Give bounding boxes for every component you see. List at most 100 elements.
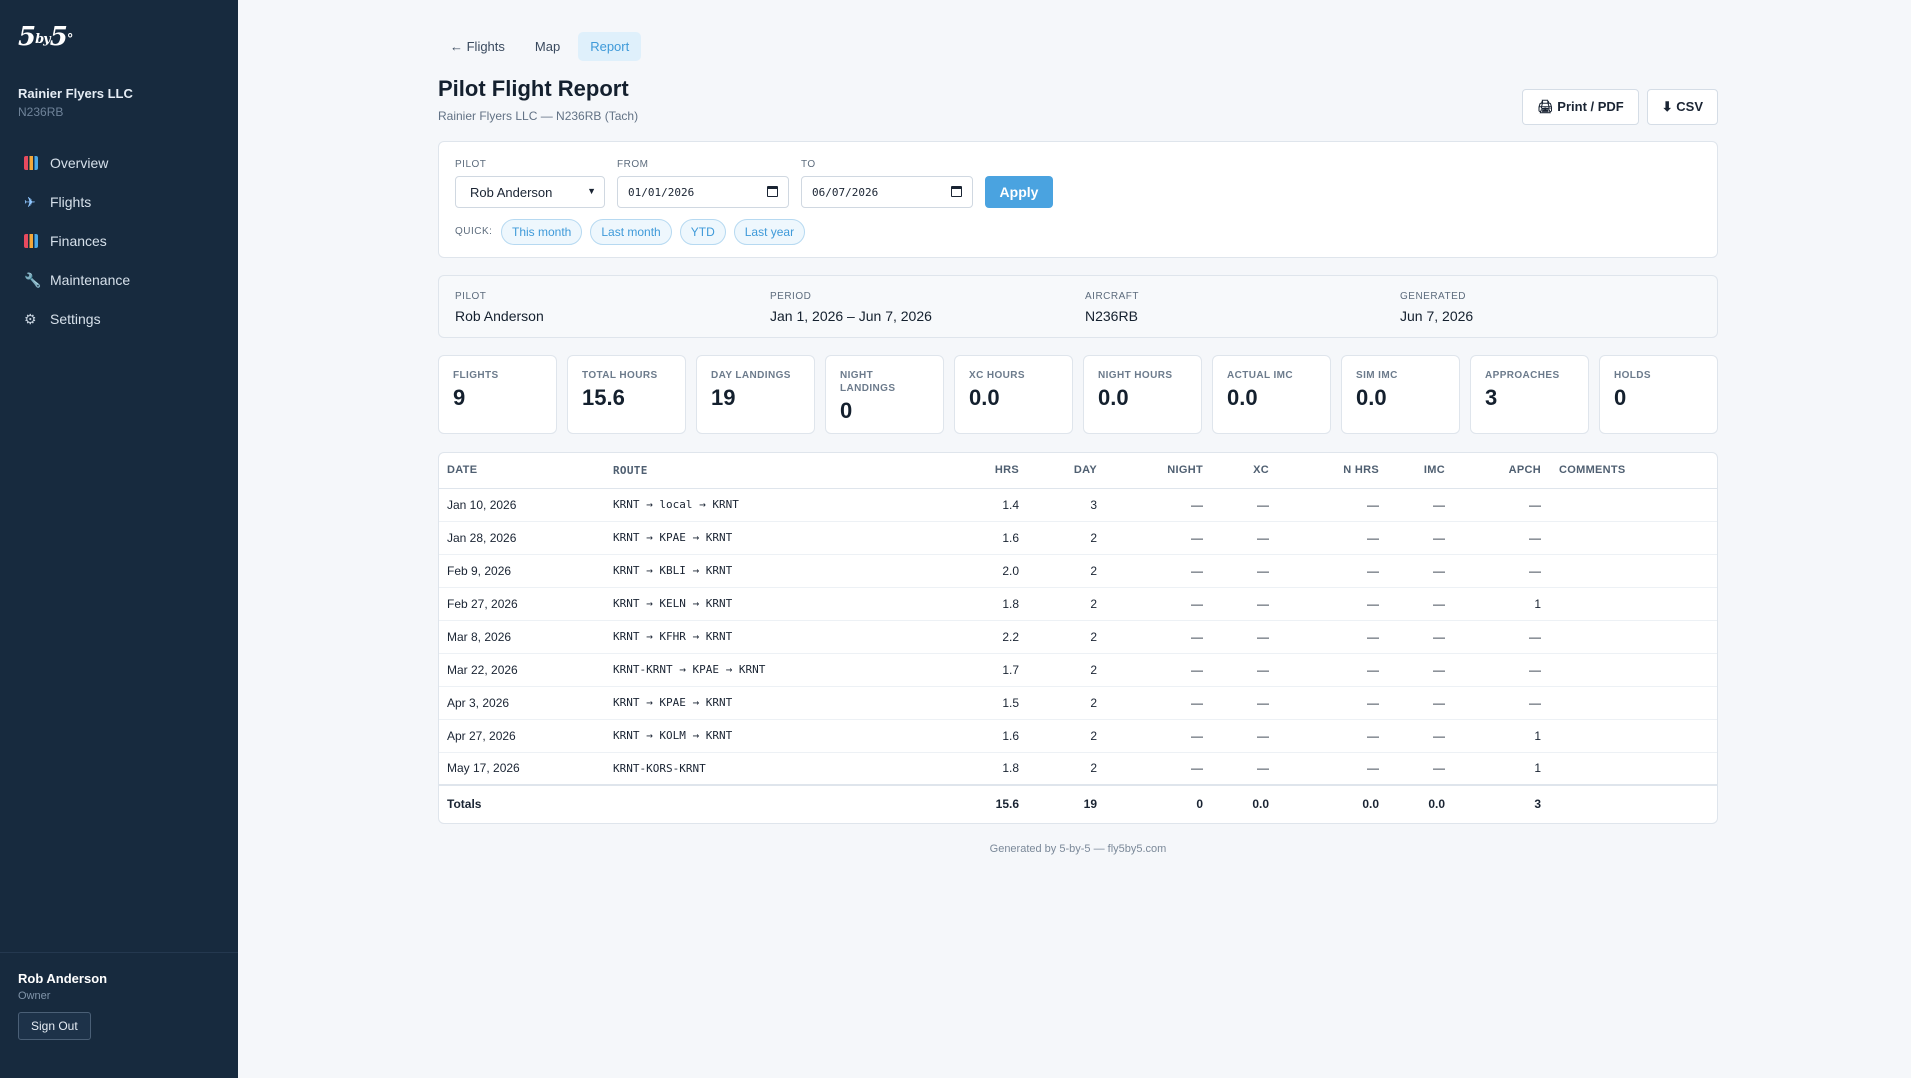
totals-apch: 3 — [1447, 784, 1543, 821]
col-comments[interactable]: COMMENTS — [1543, 453, 1717, 489]
table-row[interactable]: Apr 27, 2026 KRNT → KOLM → KRNT 1.6 2— — — —1 — [439, 719, 1717, 753]
cell-route: KRNT → local → KRNT — [613, 488, 943, 522]
stat-label: NIGHT LANDINGS — [840, 370, 896, 394]
meta-label: PILOT — [455, 291, 487, 302]
to-date-value: 06/07/2026 — [812, 185, 879, 199]
stat-value: 0.0 — [1356, 385, 1387, 410]
to-date-input[interactable]: 06/07/2026 — [801, 176, 973, 208]
stat-label: NIGHT HOURS — [1098, 370, 1173, 381]
cell-hrs: 1.4 — [943, 488, 1021, 522]
col-night[interactable]: NIGHT — [1099, 453, 1205, 489]
cell-hrs: 1.7 — [943, 653, 1021, 687]
col-date[interactable]: DATE — [439, 453, 613, 489]
table-row[interactable]: Mar 8, 2026 KRNT → KFHR → KRNT 2.2 2— — — — — — [439, 620, 1717, 654]
cell-day: 2 — [1021, 620, 1099, 654]
stat-value: 3 — [1485, 385, 1498, 410]
sidebar-item-settings[interactable]: ⚙ Settings — [0, 299, 238, 338]
cell-comments — [1543, 521, 1717, 555]
cell-apch: 1 — [1447, 752, 1543, 786]
aircraft-tail: N236RB — [18, 105, 64, 119]
cell-imc: — — [1381, 554, 1447, 588]
cell-imc: — — [1381, 653, 1447, 687]
table-row[interactable]: Feb 27, 2026 KRNT → KELN → KRNT 1.8 2— — — —1 — [439, 587, 1717, 621]
sidebar-item-maintenance[interactable]: 🔧 Maintenance — [0, 260, 238, 299]
stat-value: 0 — [840, 398, 853, 423]
cell-hrs: 1.6 — [943, 719, 1021, 753]
totals-night: 0 — [1099, 784, 1205, 821]
totals-comments — [1543, 784, 1717, 821]
col-day[interactable]: DAY — [1021, 453, 1099, 489]
pilot-select[interactable]: Rob Anderson ▼ — [455, 176, 605, 208]
cell-hrs: 1.8 — [943, 587, 1021, 621]
calendar-icon[interactable] — [951, 186, 962, 197]
cell-hrs: 1.8 — [943, 752, 1021, 786]
col-xc[interactable]: XC — [1205, 453, 1271, 489]
cell-date: Mar 8, 2026 — [439, 620, 613, 654]
sign-out-button[interactable]: Sign Out — [18, 1012, 91, 1040]
meta-aircraft: AIRCRAFT N236RB — [1085, 291, 1139, 324]
stat-card-xc-hours: XC HOURS 0.0 — [954, 355, 1073, 434]
stat-label: APPROACHES — [1485, 370, 1560, 381]
quick-this-month[interactable]: This month — [501, 219, 583, 245]
flights-table: DATE ROUTE HRS DAY NIGHT XC N HRS IMC AP… — [439, 453, 1717, 821]
cell-xc: — — [1205, 719, 1271, 753]
quick-last-month[interactable]: Last month — [590, 219, 672, 245]
cell-day: 3 — [1021, 488, 1099, 522]
sidebar-item-label: Flights — [50, 193, 92, 210]
meta-label: AIRCRAFT — [1085, 291, 1139, 302]
col-route[interactable]: ROUTE — [613, 453, 943, 489]
sidebar-item-finances[interactable]: Finances — [0, 221, 238, 260]
page-title: Pilot Flight Report — [438, 76, 629, 101]
stat-value: 0 — [1614, 385, 1627, 410]
stat-value: 19 — [711, 385, 736, 410]
sidebar-item-label: Settings — [50, 310, 101, 327]
table-row[interactable]: Jan 28, 2026 KRNT → KPAE → KRNT 1.6 2— — — — — — [439, 521, 1717, 555]
quick-range-chips: This month Last month YTD Last year — [501, 219, 806, 245]
cell-night: — — [1099, 554, 1205, 588]
chevron-down-icon: ▼ — [587, 186, 596, 196]
quick-ytd[interactable]: YTD — [679, 219, 726, 245]
totals-imc: 0.0 — [1381, 784, 1447, 821]
tab-map[interactable]: Map — [523, 32, 572, 61]
from-date-value: 01/01/2026 — [628, 185, 695, 199]
table-row[interactable]: Jan 10, 2026 KRNT → local → KRNT 1.4 3— — — — — — [439, 488, 1717, 522]
cell-nhrs: — — [1271, 653, 1381, 687]
quick-last-year[interactable]: Last year — [733, 219, 806, 245]
calendar-icon[interactable] — [767, 186, 778, 197]
cell-imc: — — [1381, 752, 1447, 786]
table-row[interactable]: Feb 9, 2026 KRNT → KBLI → KRNT 2.0 2— — — — — — [439, 554, 1717, 588]
totals-nhrs: 0.0 — [1271, 784, 1381, 821]
cell-apch: — — [1447, 653, 1543, 687]
stat-card-holds: HOLDS 0 — [1599, 355, 1718, 434]
stat-value: 0.0 — [1098, 385, 1129, 410]
report-meta: PILOT Rob Anderson PERIOD Jan 1, 2026 – Ju… — [438, 275, 1718, 338]
tab-back-flights[interactable]: ← Flights — [438, 32, 517, 61]
from-date-input[interactable]: 01/01/2026 — [617, 176, 789, 208]
stat-card-sim-imc: SIM IMC 0.0 — [1341, 355, 1460, 434]
col-hrs[interactable]: HRS — [943, 453, 1021, 489]
col-apch[interactable]: APCH — [1447, 453, 1543, 489]
cell-comments — [1543, 752, 1717, 786]
print-pdf-button[interactable]: 🖨 Print / PDF — [1522, 89, 1639, 125]
table-row[interactable]: May 17, 2026 KRNT-KORS-KRNT 1.8 2— — — —1 — [439, 752, 1717, 786]
stat-value: 15.6 — [582, 385, 625, 410]
plane-icon: ✈ — [24, 193, 36, 210]
sidebar-item-flights[interactable]: ✈ Flights — [0, 182, 238, 221]
cell-date: Jan 10, 2026 — [439, 488, 613, 522]
cell-date: Mar 22, 2026 — [439, 653, 613, 687]
table-row[interactable]: Apr 3, 2026 KRNT → KPAE → KRNT 1.5 2— — — — — — [439, 686, 1717, 720]
meta-pilot: PILOT Rob Anderson — [455, 291, 544, 324]
csv-download-button[interactable]: ⬇ CSV — [1646, 89, 1718, 125]
app-logo[interactable]: 5by5° — [18, 22, 73, 52]
stat-label: SIM IMC — [1356, 370, 1398, 381]
tab-report[interactable]: Report — [578, 32, 642, 61]
cell-imc: — — [1381, 488, 1447, 522]
table-row[interactable]: Mar 22, 2026 KRNT-KRNT → KPAE → KRNT 1.7 2—… — [439, 653, 1717, 687]
col-nhrs[interactable]: N HRS — [1271, 453, 1381, 489]
cell-night: — — [1099, 521, 1205, 555]
stat-label: XC HOURS — [969, 370, 1025, 381]
col-imc[interactable]: IMC — [1381, 453, 1447, 489]
apply-button[interactable]: Apply — [985, 176, 1053, 208]
sidebar-item-overview[interactable]: Overview — [0, 143, 238, 182]
report-actions: 🖨 Print / PDF ⬇ CSV — [1522, 89, 1718, 125]
